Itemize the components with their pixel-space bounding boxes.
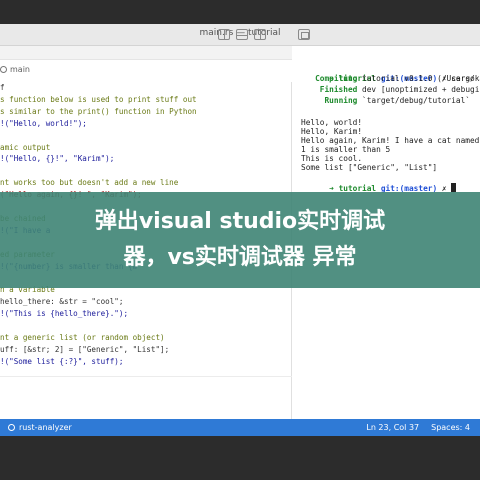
code-line[interactable]: amic output [0,142,50,153]
code-line[interactable]: nt a generic list (or random object) [0,332,165,343]
terminal-cursor [451,183,457,192]
title-bar: main.rs — tutorial [0,24,480,46]
status-bar: rust-analyzer Ln 23, Col 37 Spaces: 4 [0,419,480,436]
running-text: `target/debug/tutorial` [362,96,471,105]
code-line[interactable]: !("This is {hello_there}."); [0,308,128,319]
terminal-prompt-line-2: ➜ tutorial git:(master) ✗ [301,172,457,193]
finished-label: Finished [319,85,358,94]
terminal-finished-line: Finished dev [unoptimized + debugin [301,84,480,95]
split-editor-icon[interactable] [218,29,230,40]
status-rust-analyzer[interactable]: rust-analyzer [8,423,72,432]
status-cursor-position[interactable]: Ln 23, Col 37 [366,423,419,432]
code-line[interactable]: !("Hello, {}!", "Karim"); [0,153,114,164]
code-line[interactable]: s similar to the print() function in Pyt… [0,106,197,117]
rust-analyzer-icon [8,424,15,431]
running-label: Running [324,96,358,105]
terminal-compiling-line: Compiling tutorial v0.1.0 (/Users/ka [301,73,480,84]
function-icon [0,65,7,73]
finished-text: dev [unoptimized + debugin [362,85,480,94]
title-banner: 弹出visual studio实时调试 器，vs实时调试器 异常 [0,192,480,288]
compiling-label: Compiling [315,74,358,83]
editor-divider [0,376,292,377]
compiling-text: tutorial v0.1.0 (/Users/ka [362,74,480,83]
breadcrumb-item-main[interactable]: main [10,65,30,74]
code-line[interactable]: uff: [&str; 2] = ["Generic", "List"]; [0,344,169,355]
code-line[interactable]: !("Hello, world!"); [0,118,87,129]
bottom-background [0,436,480,480]
banner-title-line-2: 器，vs实时调试器 异常 [123,245,357,270]
banner-title-line-1: 弹出visual studio实时调试 [94,209,386,234]
code-line[interactable]: f [0,82,5,93]
code-line[interactable]: hello_there: &str = "cool"; [0,296,123,307]
code-line[interactable]: !("Some list {:?}", stuff); [0,356,123,367]
editor-tabs-row [0,46,292,60]
toggle-sidebar-icon[interactable] [254,29,266,40]
status-left-label: rust-analyzer [19,423,72,432]
terminal-running-line: Running `target/debug/tutorial` [301,95,470,106]
terminal-prompt-line: ➜ tutorial git:(master) ✗ cargo run [301,62,480,83]
code-line[interactable]: s function below is used to print stuff … [0,94,197,105]
breadcrumb[interactable]: main [0,62,30,76]
code-line[interactable]: nt works too but doesn't add a new line [0,177,178,188]
status-indentation[interactable]: Spaces: 4 [431,423,470,432]
layout-icon[interactable] [298,29,310,40]
toggle-panel-icon[interactable] [236,29,248,40]
